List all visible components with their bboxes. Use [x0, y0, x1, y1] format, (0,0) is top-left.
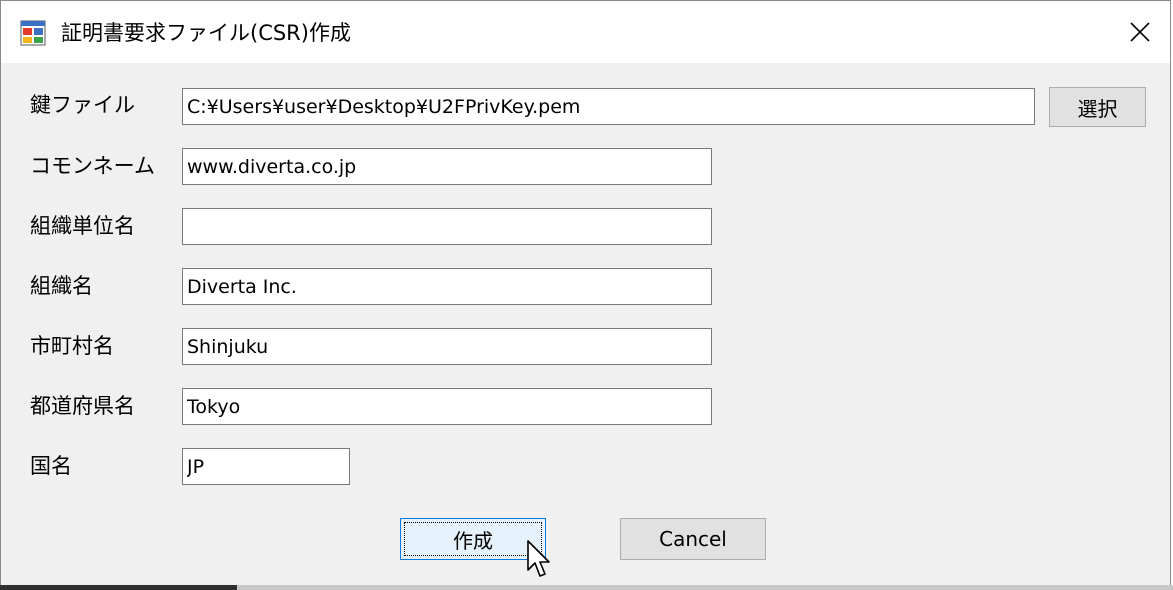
common-name-label: コモンネーム	[30, 154, 155, 178]
state-field[interactable]	[182, 388, 712, 425]
taskbar-edge-dark	[0, 585, 237, 590]
window-title: 証明書要求ファイル(CSR)作成	[61, 21, 351, 45]
select-button[interactable]: 選択	[1049, 87, 1146, 127]
key-file-label: 鍵ファイル	[30, 93, 135, 117]
country-field[interactable]	[182, 448, 350, 485]
org-name-label: 組織名	[30, 274, 93, 298]
org-name-field[interactable]	[182, 268, 712, 305]
csr-dialog: 証明書要求ファイル(CSR)作成 鍵ファイル 選択 コモンネーム 組織単位名 組…	[0, 0, 1171, 585]
create-button-label: 作成	[453, 528, 493, 553]
org-unit-label: 組織単位名	[30, 214, 135, 238]
close-button[interactable]	[1110, 1, 1170, 63]
org-unit-field[interactable]	[182, 208, 712, 245]
create-button[interactable]: 作成	[400, 518, 546, 560]
common-name-field[interactable]	[182, 148, 712, 185]
taskbar-edge	[0, 585, 1173, 590]
close-icon	[1130, 22, 1150, 42]
key-file-field[interactable]	[182, 88, 1035, 125]
city-label: 市町村名	[30, 334, 114, 358]
title-bar[interactable]: 証明書要求ファイル(CSR)作成	[1, 1, 1170, 63]
city-field[interactable]	[182, 328, 712, 365]
country-label: 国名	[30, 454, 72, 478]
cancel-button[interactable]: Cancel	[620, 518, 766, 560]
windows-app-icon	[20, 20, 46, 46]
state-label: 都道府県名	[30, 394, 135, 418]
mouse-pointer-icon	[527, 540, 550, 577]
